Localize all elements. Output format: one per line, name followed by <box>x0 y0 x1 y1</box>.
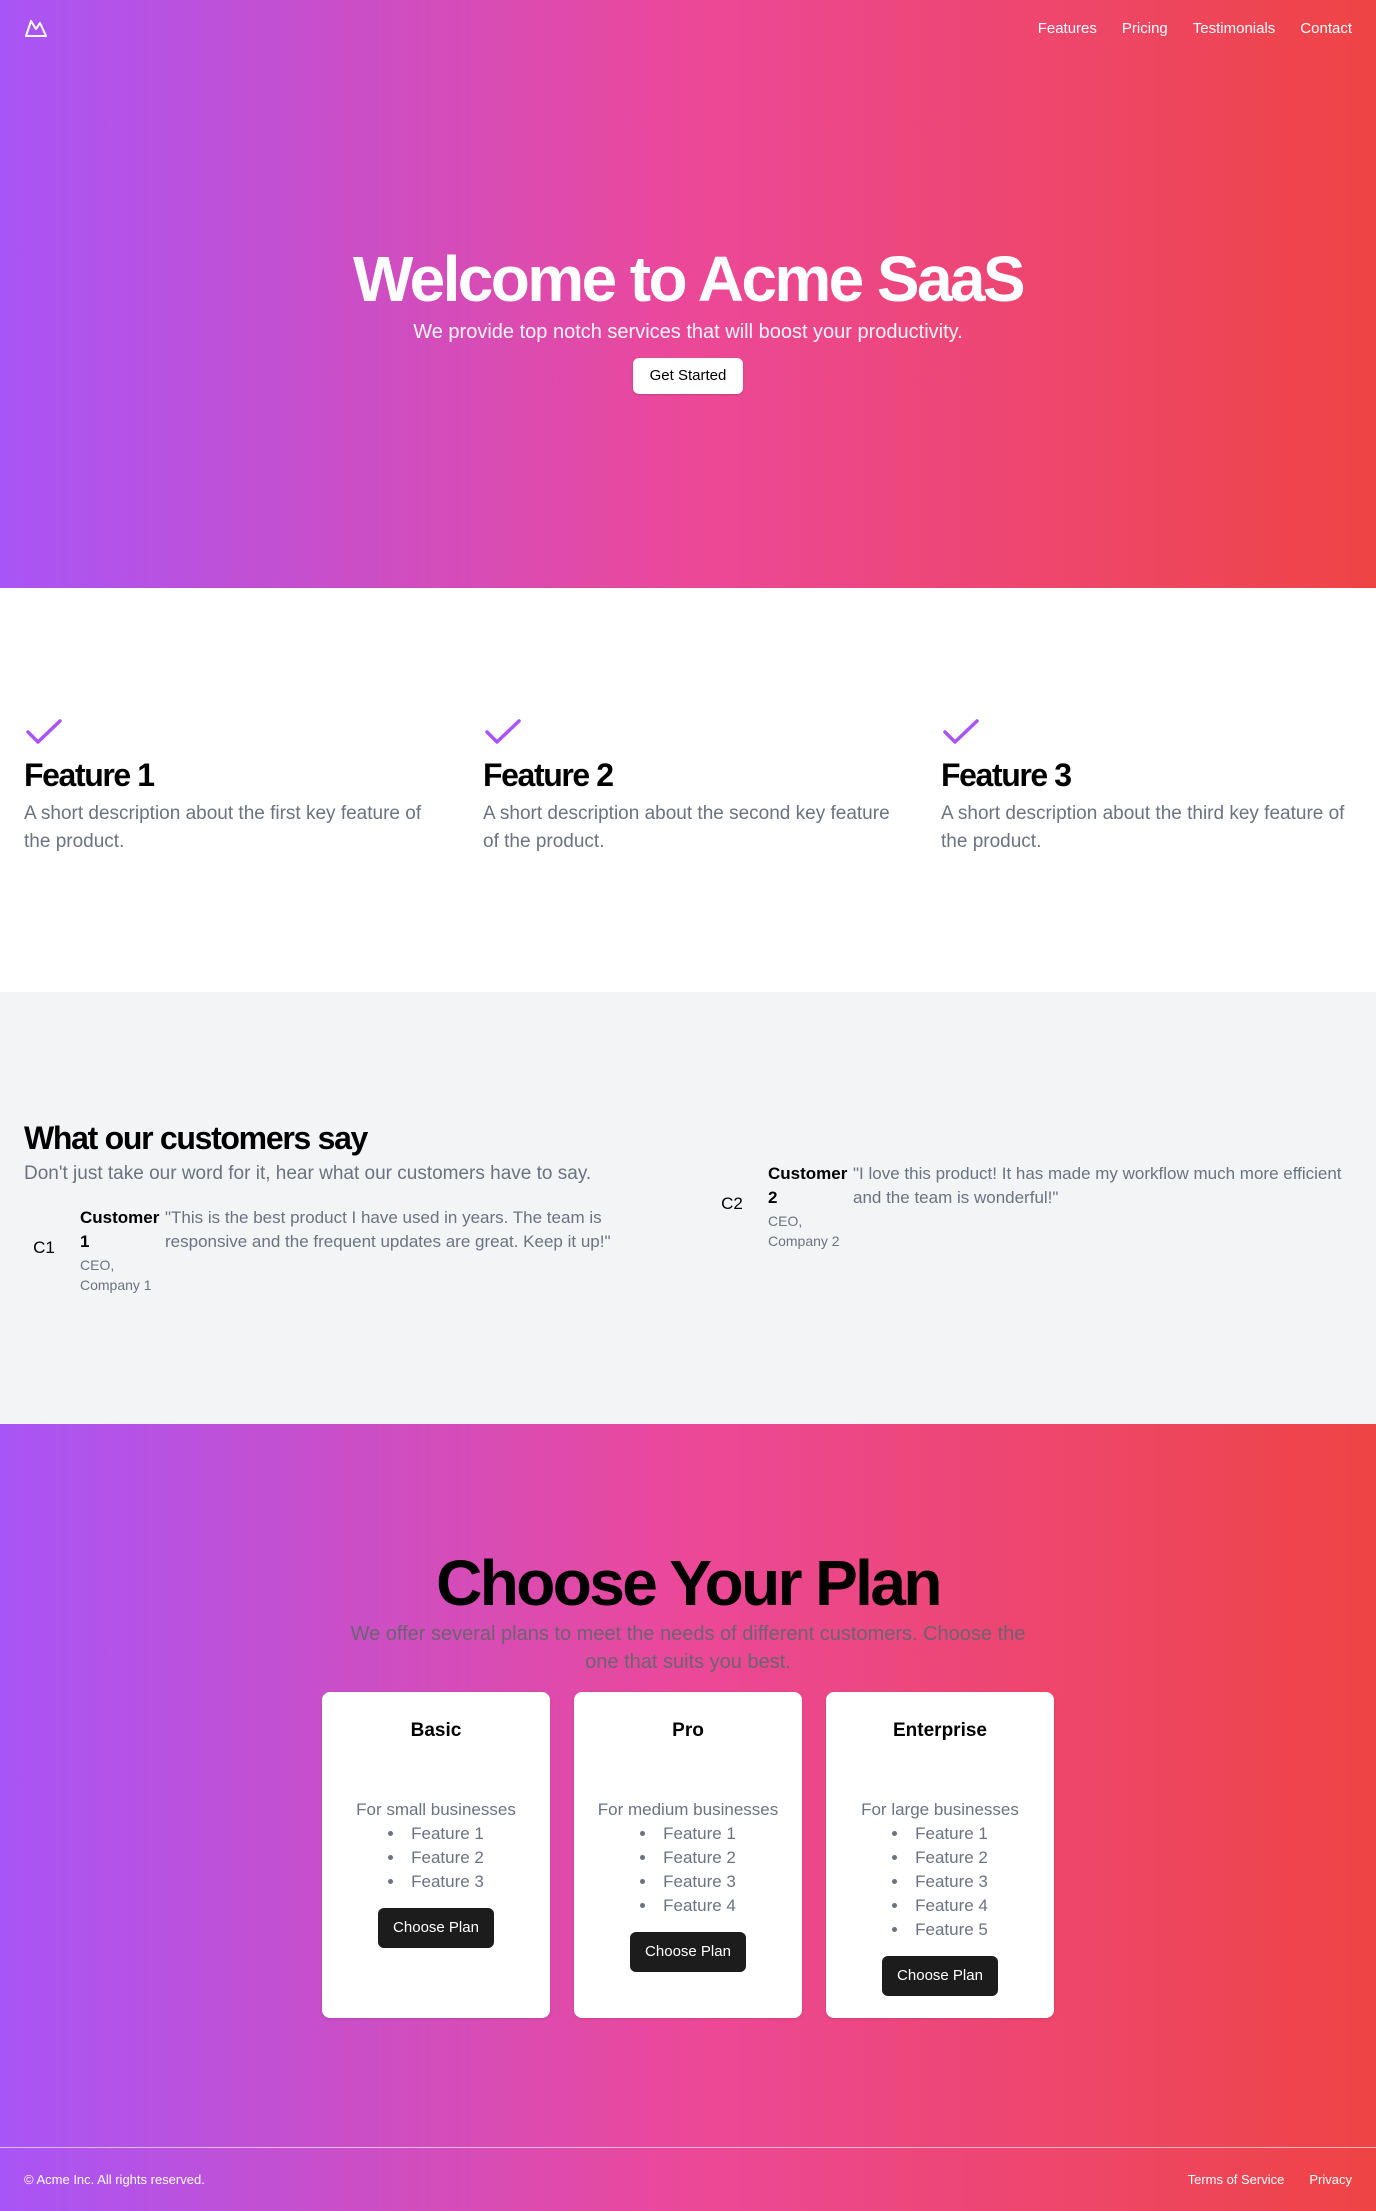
customer-role: CEO, Company 2 <box>768 1213 840 1249</box>
plan-card-pro: Pro For medium businesses Feature 1 Feat… <box>574 1692 802 2018</box>
copyright-text: © Acme Inc. All rights reserved. <box>24 2172 205 2187</box>
nav-link-features[interactable]: Features <box>1038 20 1097 37</box>
plan-feature: Feature 3 <box>574 1870 802 1894</box>
choose-plan-button[interactable]: Choose Plan <box>378 1908 494 1948</box>
choose-plan-button[interactable]: Choose Plan <box>882 1956 998 1996</box>
customer-name: Customer 2 <box>768 1164 848 1207</box>
nav-link-contact[interactable]: Contact <box>1300 20 1352 37</box>
plan-feature: Feature 3 <box>826 1870 1054 1894</box>
plan-feature: Feature 5 <box>826 1918 1054 1942</box>
hero-section: Features Pricing Testimonials Contact We… <box>0 0 1376 588</box>
feature-title: Feature 1 <box>24 757 155 793</box>
feature-card-3: Feature 3 A short description about the … <box>941 718 1361 856</box>
plan-feature: Feature 1 <box>574 1822 802 1846</box>
plan-card-enterprise: Enterprise For large businesses Feature … <box>826 1692 1054 2018</box>
plan-feature: Feature 1 <box>322 1822 550 1846</box>
plan-feature: Feature 4 <box>826 1894 1054 1918</box>
customer-name: Customer 1 <box>80 1208 160 1251</box>
feature-description: A short description about the second key… <box>483 803 890 852</box>
nav-link-testimonials[interactable]: Testimonials <box>1193 20 1276 37</box>
testimonial-author: Customer 2 CEO, Company 2 <box>768 1162 852 1251</box>
features-section: Feature 1 A short description about the … <box>0 588 1376 992</box>
footer-link-privacy[interactable]: Privacy <box>1309 2172 1352 2187</box>
nav-link-pricing[interactable]: Pricing <box>1122 20 1168 37</box>
plan-description: For large businesses <box>861 1800 1019 1819</box>
footer: © Acme Inc. All rights reserved. Terms o… <box>0 2147 1376 2211</box>
plan-name: Pro <box>672 1720 704 1741</box>
hero-title: Welcome to Acme SaaS <box>352 243 1026 315</box>
plan-description: For medium businesses <box>597 1800 779 1819</box>
plan-feature: Feature 3 <box>322 1870 550 1894</box>
plan-description: For small businesses <box>356 1800 516 1819</box>
pricing-subtitle: We offer several plans to meet the needs… <box>350 1623 1026 1673</box>
avatar: C2 <box>721 1194 743 1213</box>
pricing-section: Choose Your Plan We offer several plans … <box>0 1424 1376 2147</box>
choose-plan-button[interactable]: Choose Plan <box>630 1932 746 1972</box>
testimonials-subtitle: Don't just take our word for it, hear wh… <box>24 1163 592 1184</box>
plan-card-basic: Basic For small businesses Feature 1 Fea… <box>322 1692 550 2018</box>
plan-feature: Feature 2 <box>574 1846 802 1870</box>
testimonial-author: Customer 1 CEO, Company 1 <box>80 1206 164 1295</box>
testimonial-quote: "I love this product! It has made my wor… <box>853 1164 1342 1207</box>
nav-links: Features Pricing Testimonials Contact <box>1038 20 1352 37</box>
avatar: C1 <box>33 1238 55 1257</box>
testimonials-section: What our customers say Don't just take o… <box>0 992 1376 1424</box>
hero-content: Welcome to Acme SaaS We provide top notc… <box>0 242 1376 394</box>
check-icon <box>26 719 62 744</box>
feature-title: Feature 2 <box>483 757 614 793</box>
testimonial-card: C1 Customer 1 CEO, Company 1 "This is th… <box>24 1206 624 1295</box>
feature-description: A short description about the third key … <box>941 803 1345 852</box>
top-navigation: Features Pricing Testimonials Contact <box>0 0 1376 56</box>
plan-feature-list: Feature 1 Feature 2 Feature 3 <box>322 1822 550 1894</box>
logo-link[interactable] <box>24 18 48 38</box>
feature-title: Feature 3 <box>941 757 1072 793</box>
plan-feature: Feature 1 <box>826 1822 1054 1846</box>
feature-description: A short description about the first key … <box>24 803 422 852</box>
get-started-button[interactable]: Get Started <box>633 358 743 394</box>
testimonials-title: What our customers say <box>24 1120 368 1156</box>
plan-feature: Feature 2 <box>826 1846 1054 1870</box>
feature-card-2: Feature 2 A short description about the … <box>483 718 903 856</box>
testimonial-card: C2 Customer 2 CEO, Company 2 "I love thi… <box>712 1162 1352 1251</box>
plan-feature-list: Feature 1 Feature 2 Feature 3 Feature 4 … <box>826 1822 1054 1942</box>
feature-card-1: Feature 1 A short description about the … <box>24 718 444 856</box>
check-icon <box>485 719 521 744</box>
footer-links: Terms of Service Privacy <box>1188 2172 1352 2187</box>
hero-subtitle: We provide top notch services that will … <box>413 321 963 343</box>
plan-feature: Feature 4 <box>574 1894 802 1918</box>
check-icon <box>943 719 979 744</box>
testimonials-header: What our customers say Don't just take o… <box>24 1118 591 1188</box>
mountain-icon <box>25 20 47 37</box>
plan-feature-list: Feature 1 Feature 2 Feature 3 Feature 4 <box>574 1822 802 1918</box>
plan-name: Basic <box>410 1720 462 1741</box>
footer-link-terms[interactable]: Terms of Service <box>1188 2172 1285 2187</box>
customer-role: CEO, Company 1 <box>80 1257 152 1293</box>
testimonial-quote: "This is the best product I have used in… <box>165 1208 611 1251</box>
plan-name: Enterprise <box>893 1720 987 1741</box>
plan-feature: Feature 2 <box>322 1846 550 1870</box>
pricing-title: Choose Your Plan <box>436 1547 942 1619</box>
